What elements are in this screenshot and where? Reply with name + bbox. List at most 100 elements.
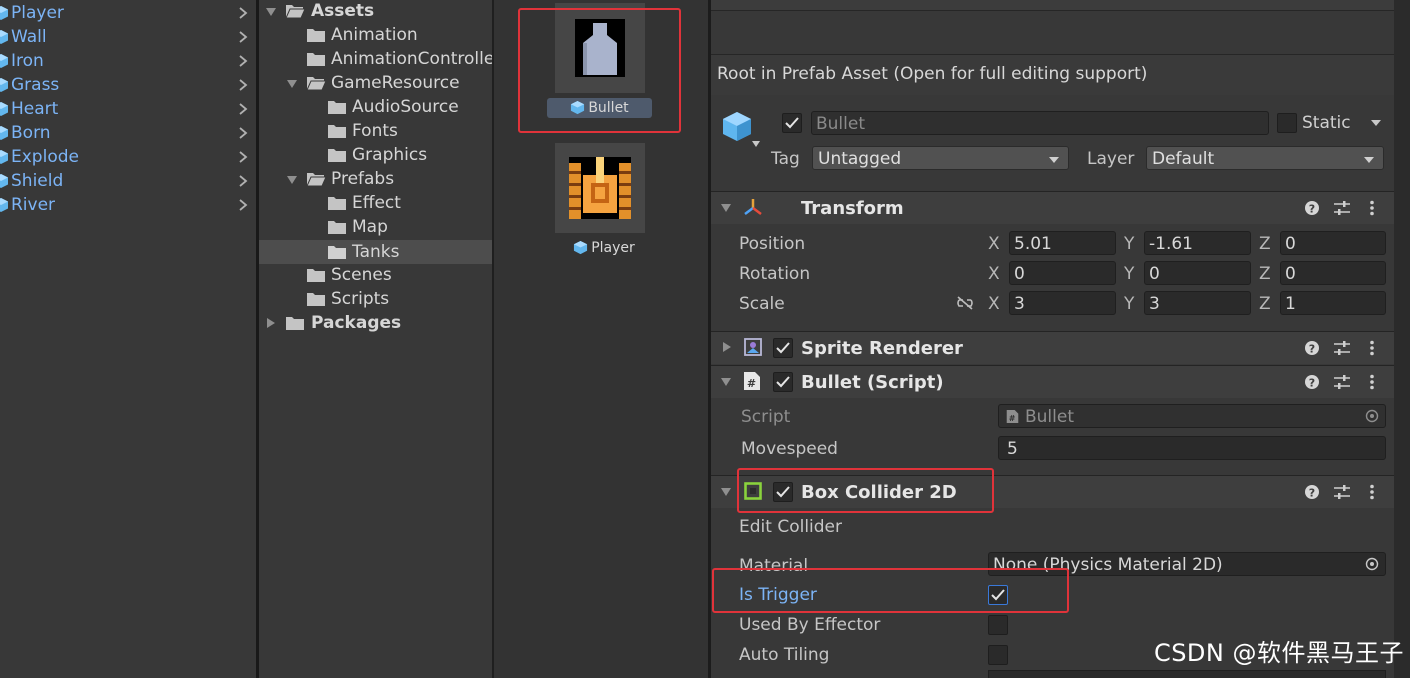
icon-dropdown-arrow-icon[interactable]	[751, 140, 761, 148]
foldout-arrow-right-icon[interactable]	[722, 341, 732, 353]
tree-item-map[interactable]: Map	[259, 215, 492, 239]
help-icon[interactable]: ?	[1304, 484, 1320, 500]
chevron-right-icon[interactable]	[236, 198, 250, 212]
scale-x-field[interactable]: 3	[1009, 291, 1116, 315]
material-object-field[interactable]: None (Physics Material 2D)	[988, 552, 1386, 576]
used-by-effector-label: Used By Effector	[739, 615, 881, 635]
chevron-right-icon[interactable]	[236, 78, 250, 92]
bullet-script-enabled-checkbox[interactable]	[773, 372, 793, 392]
axis-label-z: Z	[1259, 234, 1271, 254]
expand-arrow-down-icon[interactable]	[286, 175, 298, 185]
expand-arrow-down-icon[interactable]	[265, 7, 277, 17]
position-x-field[interactable]: 5.01	[1009, 231, 1116, 255]
scale-y-field[interactable]: 3	[1144, 291, 1251, 315]
hierarchy-item-born[interactable]: Born	[0, 121, 256, 145]
expand-arrow-right-icon[interactable]	[266, 317, 276, 329]
tree-item-animation-controller[interactable]: AnimationController	[259, 47, 492, 71]
prefab-cube-icon	[0, 198, 8, 212]
is-trigger-checkbox[interactable]	[988, 585, 1008, 605]
chevron-right-icon[interactable]	[236, 54, 250, 68]
tree-item-label: Scripts	[331, 289, 390, 309]
folder-icon	[328, 149, 346, 162]
more-menu-icon[interactable]	[1369, 200, 1375, 216]
auto-tiling-checkbox[interactable]	[988, 645, 1008, 665]
static-checkbox[interactable]	[1277, 113, 1297, 133]
hierarchy-item-grass[interactable]: Grass	[0, 73, 256, 97]
movespeed-field[interactable]: 5	[998, 436, 1386, 460]
static-dropdown-arrow-icon[interactable]	[1370, 119, 1382, 127]
svg-text:#: #	[1009, 414, 1016, 423]
tree-item-assets[interactable]: Assets	[259, 0, 492, 23]
help-icon[interactable]: ?	[1304, 200, 1320, 216]
scale-z-field[interactable]: 1	[1280, 291, 1386, 315]
chevron-right-icon[interactable]	[236, 102, 250, 116]
unlink-scale-icon[interactable]	[956, 296, 974, 310]
sprite-renderer-enabled-checkbox[interactable]	[773, 338, 793, 358]
layer-dropdown[interactable]: Default	[1146, 146, 1384, 170]
player-thumbnail[interactable]	[555, 143, 645, 233]
help-icon[interactable]: ?	[1304, 340, 1320, 356]
expand-arrow-down-icon[interactable]	[286, 79, 298, 89]
preset-sliders-icon[interactable]	[1333, 374, 1351, 390]
folder-icon	[307, 269, 325, 282]
tree-item-scripts[interactable]: Scripts	[259, 287, 492, 311]
rotation-z-field[interactable]: 0	[1280, 261, 1386, 285]
chevron-right-icon[interactable]	[236, 6, 250, 20]
tree-item-label: Scenes	[331, 265, 392, 285]
foldout-arrow-down-icon[interactable]	[720, 377, 732, 387]
tree-item-animation[interactable]: Animation	[259, 23, 492, 47]
tree-item-graphics[interactable]: Graphics	[259, 143, 492, 167]
position-z-field[interactable]: 0	[1280, 231, 1386, 255]
object-name-field[interactable]: Bullet	[811, 111, 1269, 135]
more-menu-icon[interactable]	[1369, 374, 1375, 390]
chevron-right-icon[interactable]	[236, 30, 250, 44]
box-collider-enabled-checkbox[interactable]	[773, 482, 793, 502]
rotation-x-field[interactable]: 0	[1009, 261, 1116, 285]
axis-label-y: Y	[1124, 264, 1135, 284]
box-collider-icon	[744, 482, 762, 500]
csharp-script-icon: #	[744, 372, 760, 390]
tree-item-effect[interactable]: Effect	[259, 191, 492, 215]
tree-item-scenes[interactable]: Scenes	[259, 263, 492, 287]
bullet-thumbnail[interactable]	[555, 3, 645, 93]
hierarchy-item-iron[interactable]: Iron	[0, 49, 256, 73]
chevron-right-icon[interactable]	[236, 126, 250, 140]
tree-item-fonts[interactable]: Fonts	[259, 119, 492, 143]
preset-sliders-icon[interactable]	[1333, 200, 1351, 216]
position-y-field[interactable]: -1.61	[1144, 231, 1251, 255]
chevron-right-icon[interactable]	[236, 150, 250, 164]
tag-dropdown[interactable]: Untagged	[812, 146, 1069, 170]
tree-item-audio-source[interactable]: AudioSource	[259, 95, 492, 119]
asset-label-bullet[interactable]: Bullet	[547, 98, 652, 118]
foldout-arrow-down-icon[interactable]	[720, 487, 732, 497]
preset-sliders-icon[interactable]	[1333, 340, 1351, 356]
tree-item-game-resource[interactable]: GameResource	[259, 71, 492, 95]
chevron-right-icon[interactable]	[236, 174, 250, 188]
more-menu-icon[interactable]	[1369, 340, 1375, 356]
hierarchy-item-shield[interactable]: Shield	[0, 169, 256, 193]
rotation-y-field[interactable]: 0	[1144, 261, 1251, 285]
gameobject-cube-icon[interactable]	[721, 110, 753, 144]
asset-name: Player	[591, 240, 635, 256]
folder-icon	[307, 53, 325, 66]
script-object-field: # Bullet	[998, 404, 1386, 428]
static-label: Static	[1302, 113, 1351, 133]
hierarchy-item-player[interactable]: Player	[0, 1, 256, 25]
asset-label-player[interactable]: Player	[564, 238, 644, 258]
hierarchy-item-river[interactable]: River	[0, 193, 256, 217]
tree-item-prefabs[interactable]: Prefabs	[259, 167, 492, 191]
more-menu-icon[interactable]	[1369, 484, 1375, 500]
active-checkbox[interactable]	[782, 113, 802, 133]
hierarchy-item-heart[interactable]: Heart	[0, 97, 256, 121]
preset-sliders-icon[interactable]	[1333, 484, 1351, 500]
hierarchy-item-explode[interactable]: Explode	[0, 145, 256, 169]
prefab-cube-icon	[0, 78, 8, 92]
help-icon[interactable]: ?	[1304, 374, 1320, 390]
used-by-effector-checkbox[interactable]	[988, 615, 1008, 635]
tree-item-packages[interactable]: Packages	[259, 311, 492, 335]
foldout-arrow-down-icon[interactable]	[720, 203, 732, 213]
hierarchy-item-wall[interactable]: Wall	[0, 25, 256, 49]
object-picker-icon[interactable]	[1365, 557, 1379, 571]
prefab-cube-icon	[0, 150, 8, 164]
tree-item-tanks[interactable]: Tanks	[259, 240, 492, 264]
